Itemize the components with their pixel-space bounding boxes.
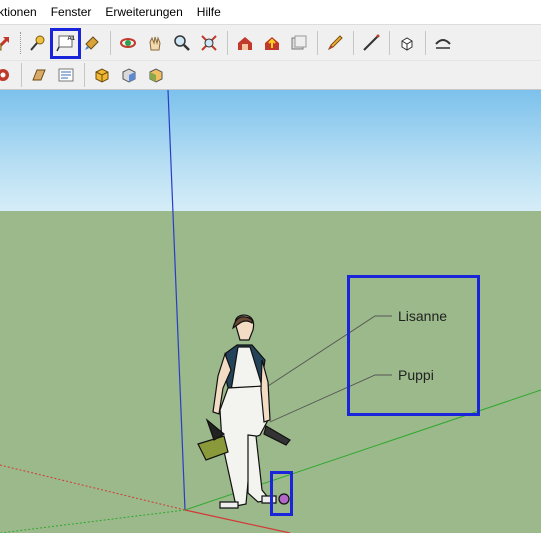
dog-highlight-box <box>270 471 293 516</box>
toolbar-separator <box>109 30 111 55</box>
zoom-extents-icon[interactable] <box>198 32 220 54</box>
arrow-icon[interactable] <box>0 32 14 54</box>
send-to-layout-icon[interactable] <box>288 32 310 54</box>
front-view-icon[interactable] <box>118 64 140 86</box>
box-icon[interactable] <box>396 32 418 54</box>
secondary-toolbar <box>0 60 541 90</box>
warehouse-icon[interactable] <box>234 32 256 54</box>
share-model-icon[interactable] <box>261 32 283 54</box>
labels-highlight-box <box>347 275 480 416</box>
menu-bar: ktionen Fenster Erweiterungen Hilfe <box>0 0 541 24</box>
menu-help[interactable]: Hilfe <box>190 0 228 24</box>
toolbar-separator <box>83 63 85 87</box>
toolbar-separator <box>424 30 426 55</box>
red-axis-dashed <box>0 464 186 511</box>
blue-axis <box>167 90 186 511</box>
shaded-icon[interactable] <box>145 64 167 86</box>
arc-icon[interactable] <box>432 32 454 54</box>
zoom-icon[interactable] <box>171 32 193 54</box>
line-icon[interactable] <box>360 32 382 54</box>
measure-icon[interactable] <box>27 32 49 54</box>
toolbar-separator <box>388 30 390 55</box>
menu-actions[interactable]: ktionen <box>0 0 44 24</box>
text-tool-highlight <box>50 27 81 59</box>
pan-icon[interactable] <box>144 32 166 54</box>
sketchup-window: ktionen Fenster Erweiterungen Hilfe A1 L… <box>0 0 541 533</box>
menu-extensions[interactable]: Erweiterungen <box>98 0 189 24</box>
section-plane-icon[interactable] <box>28 64 50 86</box>
text-tool-button[interactable]: A1 <box>50 27 81 59</box>
iso-icon[interactable] <box>91 64 113 86</box>
toolbar-separator <box>352 30 354 55</box>
toolbar-grip[interactable] <box>19 31 22 54</box>
scene-icon[interactable] <box>55 64 77 86</box>
toolbar-separator <box>226 30 228 55</box>
dynamic-component-icon[interactable] <box>0 64 14 86</box>
menu-window[interactable]: Fenster <box>44 0 99 24</box>
drawing-viewport[interactable]: Lisanne Puppi <box>0 90 541 533</box>
main-toolbar: A1 <box>0 24 541 60</box>
pencil-icon[interactable] <box>324 32 346 54</box>
green-axis-dashed <box>0 509 186 533</box>
orbit-icon[interactable] <box>117 32 139 54</box>
toolbar-separator <box>316 30 318 55</box>
toolbar-separator <box>20 63 22 87</box>
paint-icon[interactable] <box>81 32 103 54</box>
